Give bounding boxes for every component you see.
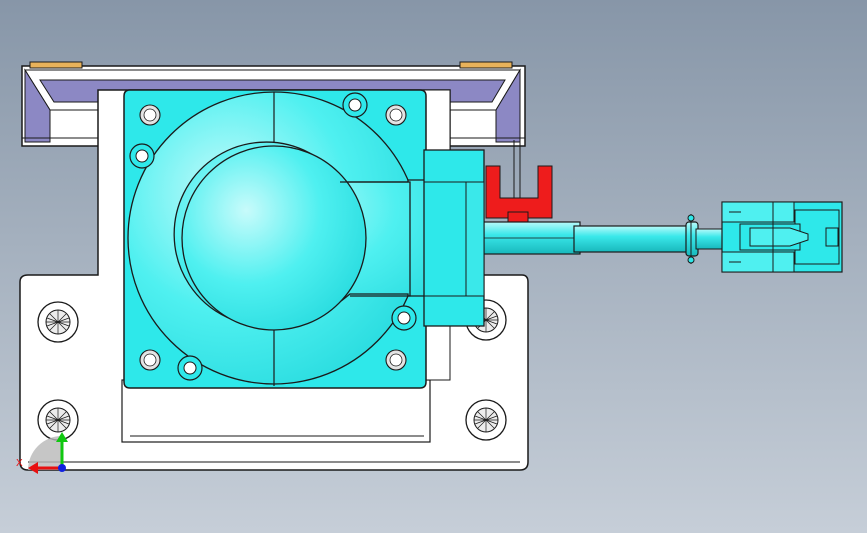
connector[interactable] [721, 201, 843, 273]
base-screw-top-left [37, 301, 79, 343]
cad-drawing: X [16, 61, 843, 474]
triad-x-label: X [16, 458, 23, 469]
tab-pad-left [29, 61, 83, 69]
stop-clip[interactable] [485, 140, 553, 223]
base-screw-bottom-right [465, 399, 507, 441]
cad-viewport[interactable]: X [0, 0, 867, 533]
triad-z-axis [58, 464, 66, 472]
base-screw-bottom-left [37, 399, 79, 441]
tab-pad-right [459, 61, 513, 69]
cable-shaft[interactable] [469, 214, 723, 264]
